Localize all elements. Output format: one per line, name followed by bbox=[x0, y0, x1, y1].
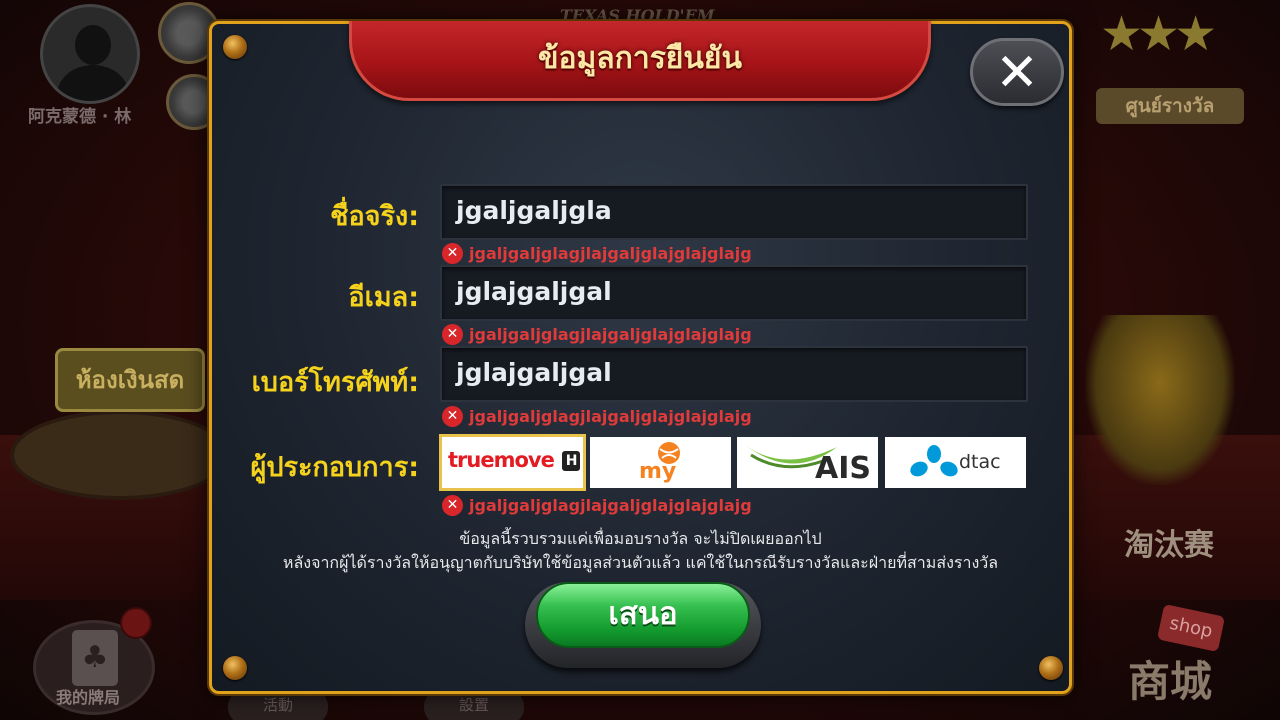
carrier-ais-option[interactable]: AIS bbox=[737, 437, 878, 488]
phone-input[interactable]: jglajgaljgal bbox=[440, 346, 1028, 402]
reward-center-button[interactable]: ศูนย์รางวัล bbox=[1096, 88, 1244, 124]
error-icon: ✕ bbox=[442, 323, 463, 345]
email-label: อีเมล: bbox=[348, 282, 419, 313]
settings-button[interactable]: 設置 bbox=[424, 690, 524, 720]
privacy-notice-line-1: ข้อมูลนี้รวบรวมแค่เพื่อมอบรางวัล จะไม่ปิ… bbox=[459, 529, 822, 548]
carrier-error: ✕ jgaljgaljglagjlajgaljglajglajglajg bbox=[442, 494, 752, 516]
real-name-input[interactable]: jgaljgaljgla bbox=[440, 184, 1028, 240]
card-club-icon: ♣ bbox=[72, 630, 118, 686]
carrier-label: ผู้ประกอบการ: bbox=[250, 452, 419, 483]
dtac-logo-icon bbox=[910, 445, 958, 477]
real-name-error: ✕ jgaljgaljglagjlajgaljglajglajglajg bbox=[442, 242, 752, 264]
tournament-button[interactable]: 淘汰赛 bbox=[1124, 520, 1214, 564]
notification-dot bbox=[120, 607, 152, 639]
verification-dialog: ข้อมูลการยืนยัน ✕ ชื่อจริง: jgaljgaljgla… bbox=[209, 21, 1072, 694]
dtac-logo: dtac bbox=[959, 451, 1001, 473]
my-hands-label: 我的牌局 bbox=[56, 688, 121, 707]
privacy-notice-line-2: หลังจากผู้ได้รางวัลให้อนุญาตกับบริษัทใช้… bbox=[282, 553, 999, 572]
error-icon: ✕ bbox=[442, 405, 463, 427]
email-error-text: jgaljgaljglagjlajgaljglajglajglajg bbox=[469, 324, 752, 344]
rivet-decoration bbox=[223, 35, 247, 59]
rivet-decoration bbox=[1039, 656, 1063, 680]
error-icon: ✕ bbox=[442, 242, 463, 264]
close-x-icon: ✕ bbox=[995, 43, 1039, 103]
cash-room-button[interactable]: ห้องเงินสด bbox=[55, 348, 205, 412]
shop-button[interactable]: 商城 bbox=[1128, 648, 1212, 709]
poker-table-image bbox=[10, 410, 230, 500]
rivet-decoration bbox=[223, 656, 247, 680]
carrier-dtac-option[interactable]: dtac bbox=[885, 437, 1026, 488]
error-icon: ✕ bbox=[442, 494, 463, 516]
real-name-label: ชื่อจริง: bbox=[330, 201, 419, 232]
phone-error-text: jgaljgaljglagjlajgaljglajglajglajg bbox=[469, 406, 752, 426]
player-name: 阿克蒙德 · 林 bbox=[28, 107, 132, 127]
carrier-my-option[interactable]: my bbox=[590, 437, 731, 488]
ais-logo: AIS bbox=[815, 451, 871, 486]
submit-button[interactable]: เสนอ bbox=[536, 582, 750, 648]
activity-button[interactable]: 活動 bbox=[228, 690, 328, 720]
phone-label: เบอร์โทรศัพท์: bbox=[251, 367, 419, 398]
trophy-icon bbox=[1085, 315, 1235, 485]
title-banner: ข้อมูลการยืนยัน bbox=[349, 21, 931, 101]
dialog-title: ข้อมูลการยืนยัน bbox=[538, 41, 742, 76]
carrier-error-text: jgaljgaljglagjlajgaljglajglajglajg bbox=[469, 495, 752, 515]
phone-error: ✕ jgaljgaljglagjlajgaljglajglajglajg bbox=[442, 405, 752, 427]
email-error: ✕ jgaljgaljglagjlajgaljglajglajglajg bbox=[442, 323, 752, 345]
carrier-truemove-option[interactable]: truemove H bbox=[442, 437, 583, 488]
close-button[interactable]: ✕ bbox=[970, 38, 1064, 106]
real-name-error-text: jgaljgaljglagjlajgaljglajglajglajg bbox=[469, 243, 752, 263]
player-avatar[interactable] bbox=[40, 4, 140, 104]
my-logo: my bbox=[639, 459, 677, 484]
truemove-logo: truemove H bbox=[448, 448, 581, 472]
stars-icon: ★★★ bbox=[1100, 6, 1217, 62]
email-input[interactable]: jglajgaljgal bbox=[440, 265, 1028, 321]
truemove-h-badge: H bbox=[562, 451, 581, 471]
